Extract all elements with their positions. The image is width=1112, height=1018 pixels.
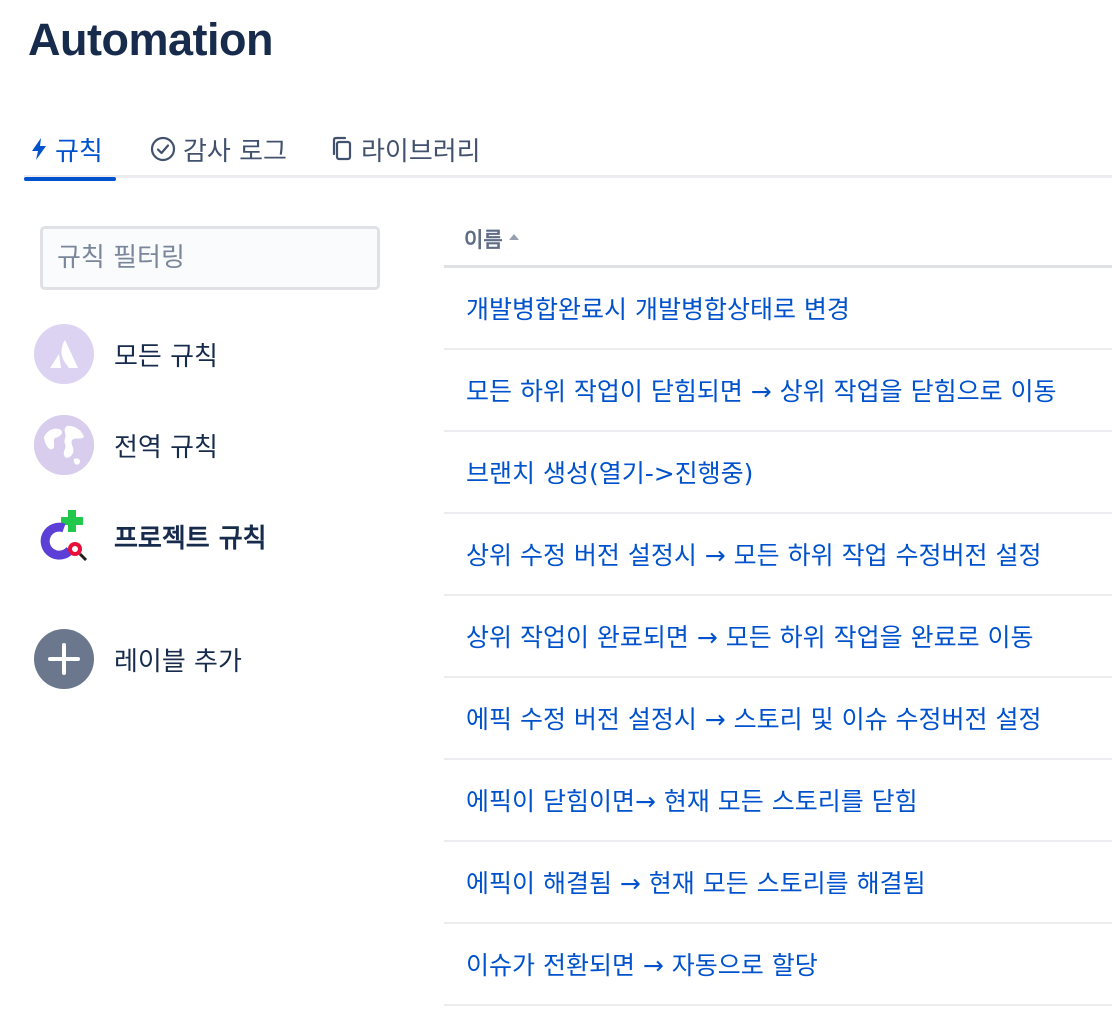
table-row: 모든 하위 작업이 닫힘되면 → 상위 작업을 닫힘으로 이동 bbox=[444, 350, 1112, 432]
copy-icon bbox=[330, 136, 354, 162]
sidebar-item-project-rules[interactable]: 프로젝트 규칙 bbox=[34, 505, 267, 567]
tab-audit-log[interactable]: 감사 로그 bbox=[150, 120, 287, 178]
rule-link[interactable]: 모든 하위 작업이 닫힘되면 → 상위 작업을 닫힘으로 이동 bbox=[466, 372, 1057, 408]
check-circle-icon bbox=[150, 136, 176, 162]
table-row: 브랜치 생성(열기->진행중) bbox=[444, 432, 1112, 514]
tab-label: 규칙 bbox=[55, 136, 103, 167]
rule-link[interactable]: 에픽 수정 버전 설정시 → 스토리 및 이슈 수정버전 설정 bbox=[466, 700, 1041, 736]
rule-link[interactable]: 에픽이 닫힘이면→ 현재 모든 스토리를 닫힘 bbox=[466, 782, 918, 818]
table-row: 에픽이 닫힘이면→ 현재 모든 스토리를 닫힘 bbox=[444, 760, 1112, 842]
sidebar-item-all-rules[interactable]: 모든 규칙 bbox=[34, 323, 218, 385]
rule-link[interactable]: 상위 수정 버전 설정시 → 모든 하위 작업 수정버전 설정 bbox=[466, 536, 1041, 572]
table-row: 이슈가 전환되면 → 자동으로 할당 bbox=[444, 924, 1112, 1006]
tab-library[interactable]: 라이브러리 bbox=[330, 120, 481, 178]
rule-link[interactable]: 브랜치 생성(열기->진행중) bbox=[466, 454, 753, 490]
rules-table-header: 이름 bbox=[444, 212, 1112, 268]
lightning-icon bbox=[30, 137, 48, 161]
plus-icon bbox=[34, 629, 94, 689]
tab-label: 라이브러리 bbox=[361, 136, 481, 167]
sidebar-item-label: 프로젝트 규칙 bbox=[114, 523, 267, 554]
add-label-button[interactable]: 레이블 추가 bbox=[34, 628, 242, 690]
tab-label: 감사 로그 bbox=[183, 136, 287, 167]
tab-rules[interactable]: 규칙 bbox=[24, 120, 116, 181]
rule-link[interactable]: 상위 작업이 완료되면 → 모든 하위 작업을 완료로 이동 bbox=[466, 618, 1034, 654]
add-label-text: 레이블 추가 bbox=[114, 646, 242, 677]
sidebar-item-label: 모든 규칙 bbox=[114, 341, 218, 372]
table-row: 상위 작업이 완료되면 → 모든 하위 작업을 완료로 이동 bbox=[444, 596, 1112, 678]
project-avatar-icon bbox=[34, 506, 94, 566]
rules-list: 개발병합완료시 개발병합상태로 변경모든 하위 작업이 닫힘되면 → 상위 작업… bbox=[444, 268, 1112, 1006]
globe-icon bbox=[34, 415, 94, 475]
table-row: 에픽 수정 버전 설정시 → 스토리 및 이슈 수정버전 설정 bbox=[444, 678, 1112, 760]
sidebar-item-label: 전역 규칙 bbox=[114, 432, 218, 463]
rule-link[interactable]: 개발병합완료시 개발병합상태로 변경 bbox=[466, 290, 850, 326]
rule-link[interactable]: 에픽이 해결됨 → 현재 모든 스토리를 해결됨 bbox=[466, 864, 926, 900]
sort-caret-icon bbox=[507, 227, 521, 251]
tab-bar: 규칙 감사 로그 라이브러리 bbox=[24, 120, 1112, 181]
table-row: 에픽이 해결됨 → 현재 모든 스토리를 해결됨 bbox=[444, 842, 1112, 924]
sidebar-item-global-rules[interactable]: 전역 규칙 bbox=[34, 414, 218, 476]
table-row: 개발병합완료시 개발병합상태로 변경 bbox=[444, 268, 1112, 350]
rule-filter-input[interactable] bbox=[40, 226, 380, 290]
page-title: Automation bbox=[28, 14, 273, 65]
column-header-label: 이름 bbox=[464, 228, 503, 252]
atlassian-logo-icon bbox=[34, 324, 94, 384]
rule-link[interactable]: 이슈가 전환되면 → 자동으로 할당 bbox=[466, 946, 818, 982]
table-row: 상위 수정 버전 설정시 → 모든 하위 작업 수정버전 설정 bbox=[444, 514, 1112, 596]
column-header-name[interactable]: 이름 bbox=[464, 224, 521, 254]
